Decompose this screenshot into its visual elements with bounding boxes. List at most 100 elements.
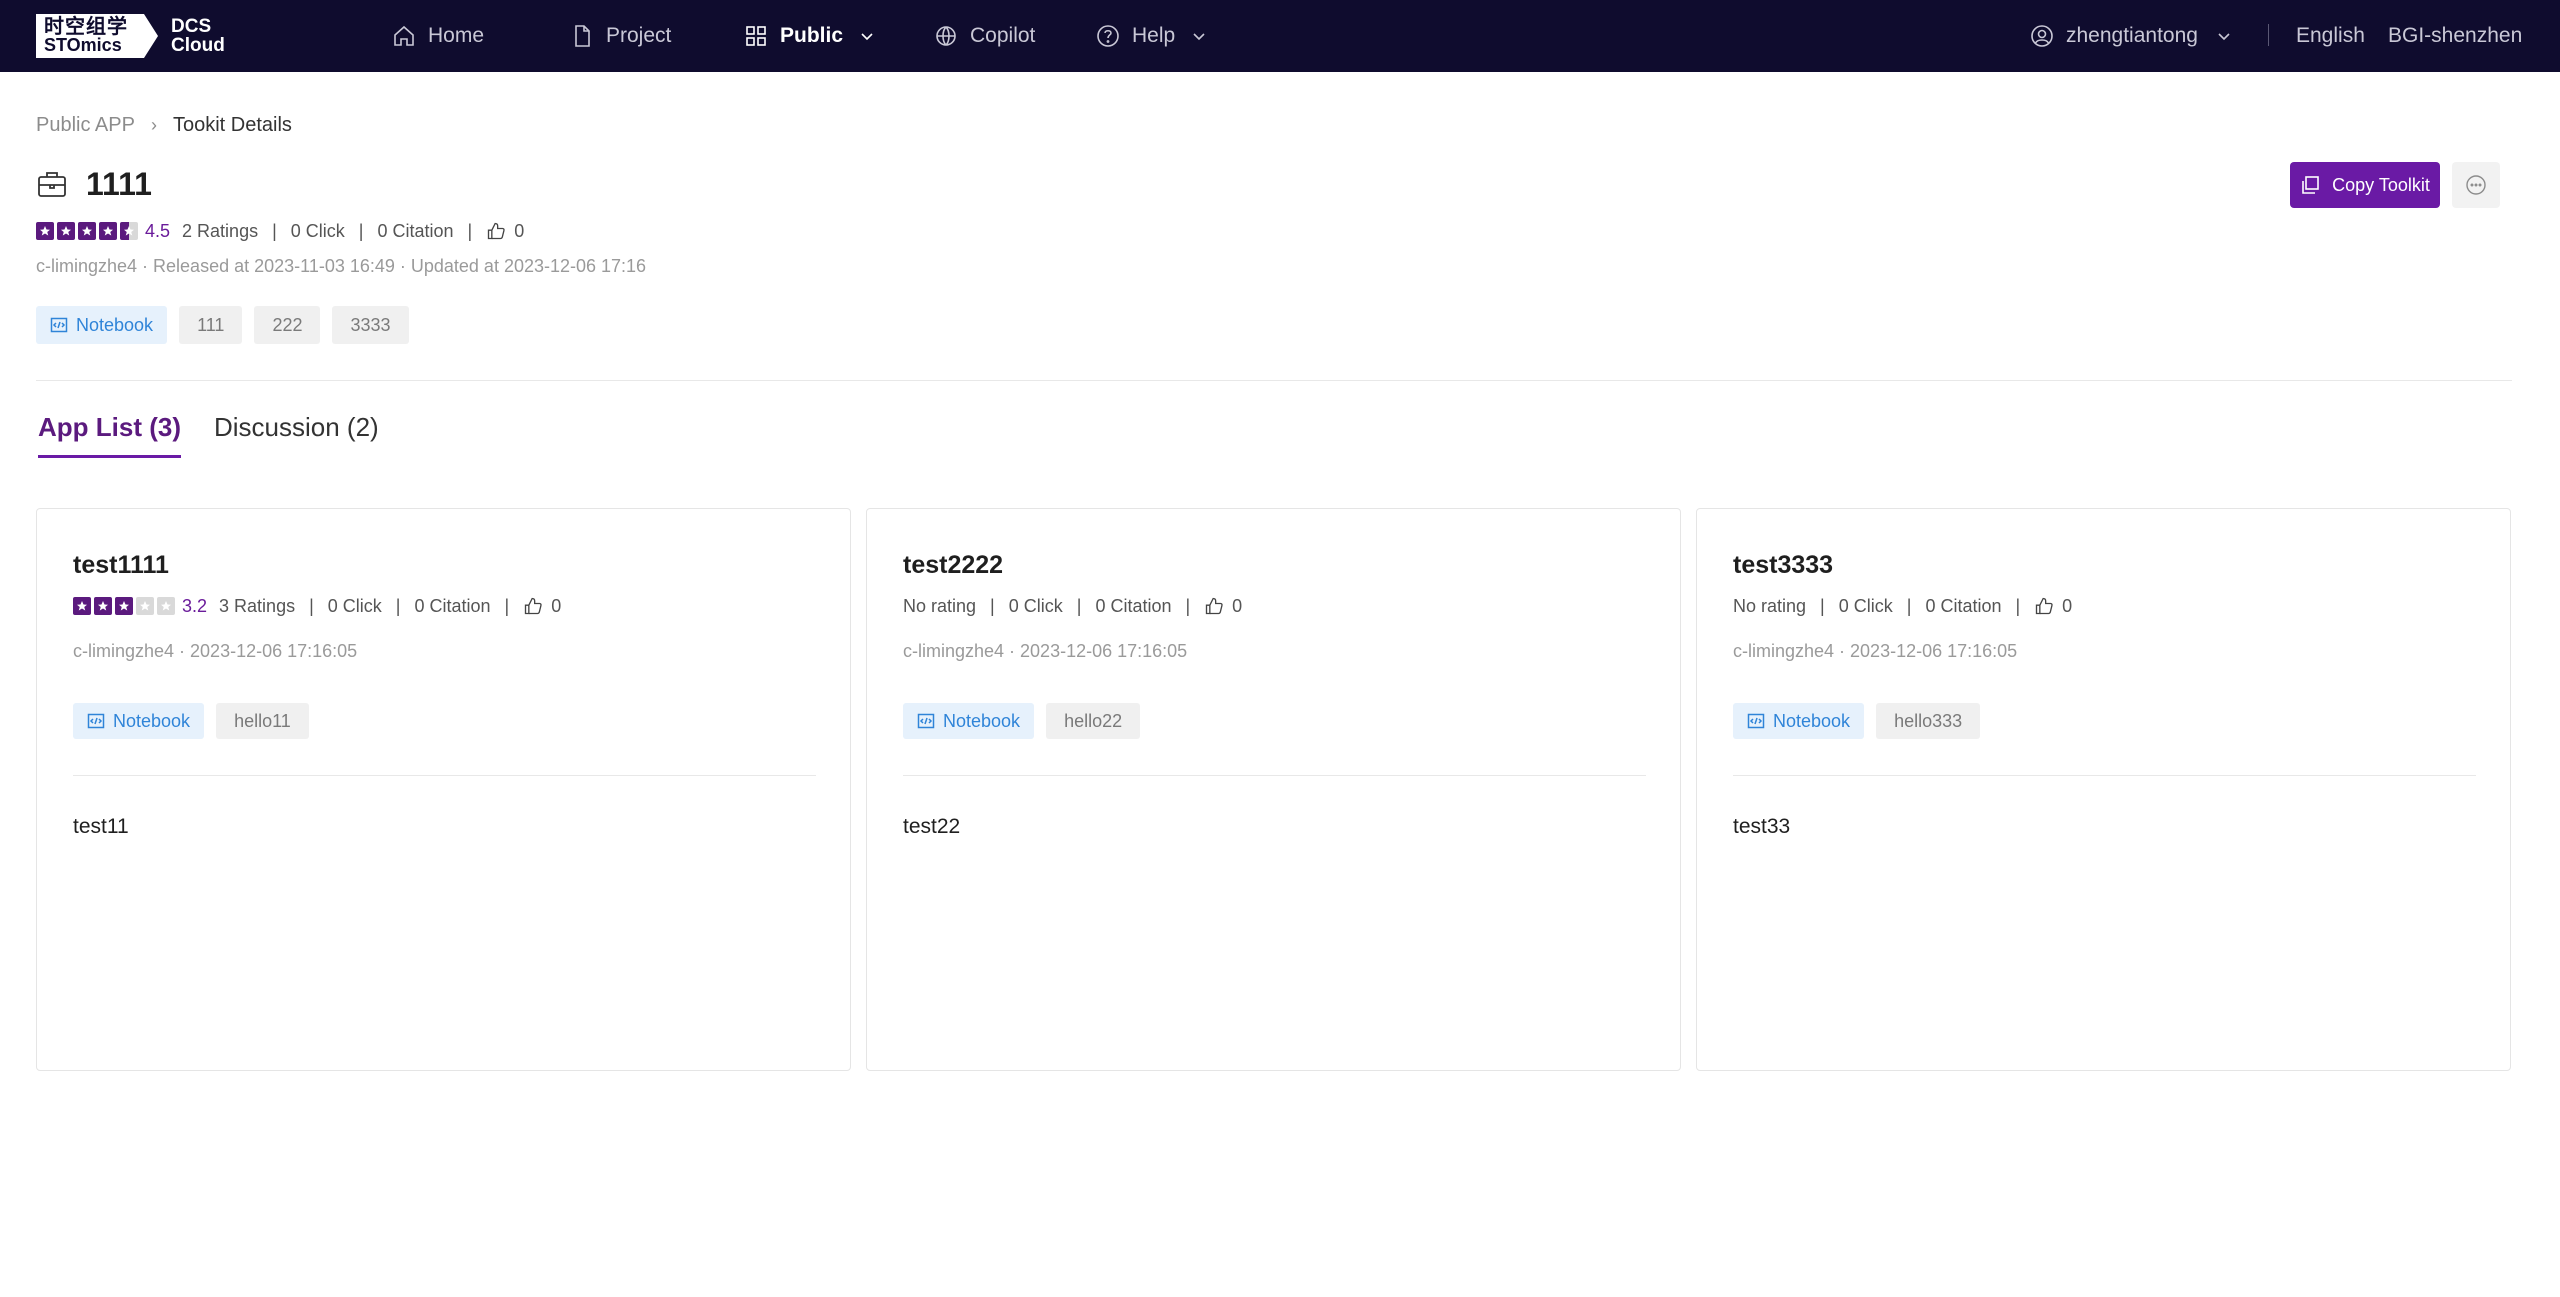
code-icon — [50, 317, 68, 333]
card-divider — [73, 775, 816, 776]
tag: 111 — [179, 306, 243, 344]
app-stats: No rating | 0 Click | 0 Citation | 0 — [903, 595, 1242, 617]
tag-notebook: Notebook — [73, 703, 205, 739]
language-switch[interactable]: English — [2296, 0, 2365, 72]
app-stats: 3.2 3 Ratings | 0 Click | 0 Citation | 0 — [73, 595, 561, 617]
stats-separator: | — [990, 595, 995, 616]
ratings-count: 2 Ratings — [182, 220, 259, 241]
star-icon — [94, 597, 112, 615]
ratings-count: 3 Ratings — [219, 595, 296, 616]
breadcrumb-separator-icon: › — [150, 114, 157, 135]
thumbs-up-icon[interactable] — [486, 221, 506, 241]
tag-notebook: Notebook — [1733, 703, 1865, 739]
nav-item-home-label: Home — [428, 24, 485, 47]
nav-item-help[interactable]: Help — [1096, 0, 1207, 72]
stats-separator: | — [395, 595, 401, 616]
tag-label: Notebook — [76, 314, 154, 335]
star-icon — [78, 222, 96, 240]
stats-separator: | — [1185, 595, 1191, 616]
help-circle-icon — [1097, 25, 1119, 47]
nav-divider — [2268, 24, 2269, 46]
tag-notebook: Notebook — [903, 703, 1035, 739]
logo-badge: 时空组学 STOmics — [36, 14, 158, 58]
logo-cloud-text: Cloud — [171, 35, 225, 56]
copy-toolkit-label: Copy Toolkit — [2332, 174, 2430, 195]
logo-dcs-text: DCS — [171, 16, 212, 37]
rating-stars — [73, 597, 178, 615]
like-count: 0 — [1232, 595, 1243, 616]
stats-separator: | — [1906, 595, 1912, 616]
card-divider — [903, 775, 1646, 776]
tag-label: Notebook — [943, 710, 1021, 731]
tab-discussion[interactable]: Discussion (2) — [214, 412, 379, 458]
like-count: 0 — [551, 595, 562, 616]
toolkit-title-row: 1111 — [36, 164, 152, 204]
like-count: 0 — [2062, 595, 2073, 616]
tag-notebook: Notebook — [36, 306, 168, 344]
user-name: zhengtiantong — [2066, 24, 2198, 47]
page-title: 1111 — [86, 165, 152, 202]
file-icon — [575, 25, 590, 47]
star-icon — [73, 597, 91, 615]
ratings-count: No rating — [1733, 595, 1807, 616]
click-count: 0 Click — [327, 595, 382, 616]
app-name[interactable]: test3333 — [1733, 551, 1833, 580]
nav-item-copilot[interactable]: Copilot — [934, 0, 1035, 72]
nav-item-public[interactable]: Public — [744, 0, 875, 72]
nav-item-home[interactable]: Home — [392, 0, 484, 72]
copy-toolkit-button[interactable]: Copy Toolkit — [2290, 162, 2440, 208]
tag-label: Notebook — [113, 710, 191, 731]
breadcrumb-current: Tookit Details — [172, 113, 292, 136]
chevron-down-icon — [2218, 33, 2230, 41]
tag: 222 — [254, 306, 321, 344]
logo-stomics-text: STOmics — [44, 35, 122, 55]
user-menu[interactable]: zhengtiantong — [2030, 0, 2232, 72]
thumbs-up-icon[interactable] — [1204, 596, 1224, 616]
app-card[interactable]: test1111 3.2 3 Ratings | 0 Click | 0 Cit… — [36, 508, 851, 1071]
nav-item-project-label: Project — [606, 24, 672, 47]
thumbs-up-icon[interactable] — [523, 596, 543, 616]
app-name[interactable]: test2222 — [903, 551, 1003, 580]
star-icon — [99, 222, 117, 240]
app-meta: c-limingzhe4 · 2023-12-06 17:16:05 — [73, 641, 358, 661]
tag-label: Notebook — [1773, 710, 1851, 731]
thumbs-up-icon[interactable] — [2034, 596, 2054, 616]
top-navigation-bar: 时空组学 STOmics DCS Cloud Home Project Publ… — [0, 0, 2560, 72]
stats-separator: | — [272, 220, 277, 241]
chevron-down-icon — [1193, 33, 1205, 41]
app-card[interactable]: test2222 No rating | 0 Click | 0 Citatio… — [866, 508, 1681, 1071]
stats-separator: | — [309, 595, 314, 616]
star-icon — [136, 597, 154, 615]
code-icon — [917, 713, 935, 729]
star-icon — [115, 597, 133, 615]
app-tags: Notebook hello22 — [903, 703, 1152, 739]
star-icon — [120, 222, 138, 240]
home-icon — [394, 25, 414, 46]
app-name[interactable]: test1111 — [73, 551, 169, 580]
app-card[interactable]: test3333 No rating | 0 Click | 0 Citatio… — [1696, 508, 2511, 1071]
app-description: test22 — [903, 815, 961, 838]
tag: 3333 — [332, 306, 409, 344]
click-count: 0 Click — [1008, 595, 1063, 616]
region-switch[interactable]: BGI-shenzhen — [2388, 0, 2522, 72]
star-icon — [36, 222, 54, 240]
nav-item-copilot-label: Copilot — [970, 24, 1036, 47]
chevron-down-icon — [861, 33, 873, 41]
tab-app-list[interactable]: App List (3) — [38, 412, 181, 458]
rating-stars — [36, 222, 141, 240]
rating-score: 3.2 — [182, 595, 208, 616]
card-divider — [1733, 775, 2476, 776]
breadcrumb-public-app[interactable]: Public APP — [36, 114, 135, 137]
code-icon — [1747, 713, 1765, 729]
stomics-dcs-cloud-logo[interactable]: 时空组学 STOmics DCS Cloud — [36, 14, 225, 58]
like-count: 0 — [514, 220, 525, 241]
stats-separator: | — [358, 220, 364, 241]
more-options-button[interactable] — [2452, 162, 2500, 208]
stats-separator: | — [1076, 595, 1082, 616]
nav-item-project[interactable]: Project — [570, 0, 671, 72]
click-count: 0 Click — [1838, 595, 1893, 616]
user-circle-icon — [2031, 25, 2053, 47]
grid-icon — [746, 26, 766, 46]
toolkit-briefcase-icon — [38, 172, 66, 197]
app-description: test11 — [73, 815, 129, 838]
